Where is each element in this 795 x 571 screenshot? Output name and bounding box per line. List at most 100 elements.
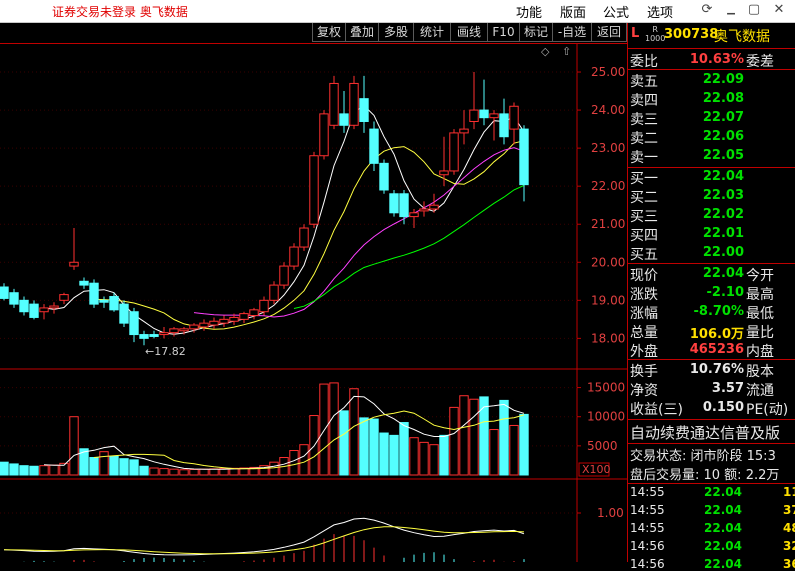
toolbar-multi-stock-button[interactable]: 多股 — [378, 23, 414, 42]
candle — [149, 334, 159, 337]
news-banner[interactable]: 自动续费通达信普及版 — [630, 422, 780, 443]
buy-level-value: 22.00 — [702, 245, 744, 260]
candle — [319, 113, 329, 157]
volume-bar — [19, 465, 29, 476]
minimize-button[interactable]: ▁ — [721, 1, 741, 19]
candle — [89, 282, 99, 305]
candle — [179, 328, 189, 332]
candle — [139, 334, 149, 339]
quote-row-value: 22.04 — [702, 266, 744, 281]
volume-bar — [139, 465, 149, 476]
fin-row-label2: PE(动) — [746, 402, 789, 418]
volume-bar — [269, 461, 279, 476]
toolbar-draw-line-button[interactable]: 画线 — [450, 23, 488, 42]
menu-layout[interactable]: 版面 — [560, 2, 586, 21]
tick-volume: 36 — [783, 557, 795, 571]
fin-row-label: 收益(三) — [630, 402, 683, 418]
volume-bar — [379, 432, 389, 476]
refresh-icon[interactable]: ⟳ — [697, 1, 717, 19]
menu-options[interactable]: 选项 — [647, 2, 673, 21]
stock-code: 300738 — [664, 27, 719, 42]
volume-bar — [459, 395, 469, 476]
quote-row-label2: 今开 — [746, 268, 774, 284]
candle — [349, 82, 359, 126]
quote-row-value: -2.10 — [706, 285, 744, 300]
volume-bar — [419, 441, 429, 476]
price-tick-label: 25.00 — [591, 65, 625, 79]
candle — [269, 284, 279, 301]
volume-bar — [39, 465, 49, 476]
sell-level-label: 卖一 — [630, 150, 658, 166]
divider — [628, 263, 795, 264]
buy-level-value: 22.02 — [702, 207, 744, 222]
volume-bar — [319, 383, 329, 476]
sell-level-value: 22.06 — [702, 129, 744, 144]
candle — [29, 303, 39, 318]
volume-bar — [429, 444, 439, 476]
candle — [59, 294, 69, 301]
candle — [0, 286, 9, 299]
toolbar-mark-button[interactable]: 标记 — [519, 23, 553, 42]
menu-function[interactable]: 功能 — [516, 2, 542, 21]
toolbar-overlay-button[interactable]: 叠加 — [345, 23, 379, 42]
volume-bar — [99, 451, 109, 476]
quote-row-label: 总量 — [630, 325, 658, 341]
candle — [429, 204, 439, 210]
candle — [499, 113, 509, 138]
volume-bar — [359, 417, 369, 476]
volume-bar — [329, 382, 339, 476]
toolbar-f10-button[interactable]: F10 — [487, 23, 520, 42]
weibi-label: 委比 — [630, 54, 658, 70]
moving-average-line — [193, 147, 525, 318]
candle — [399, 193, 409, 218]
macd-tick-label: 1.00 — [597, 506, 624, 520]
toolbar-watchlist-button[interactable]: -自选 — [552, 23, 592, 42]
candle — [189, 324, 199, 330]
candle — [469, 109, 479, 122]
candle — [409, 212, 419, 218]
candle — [169, 328, 179, 334]
quote-row-value: 106.0万 — [689, 327, 744, 342]
candle — [239, 313, 249, 320]
quote-row-label: 涨幅 — [630, 306, 658, 322]
volume-bar — [439, 434, 449, 476]
tick-volume: 11 — [783, 485, 795, 499]
low-price-marker: ←17.82 — [145, 345, 186, 358]
candle — [129, 311, 139, 336]
volume-bar — [349, 388, 359, 476]
close-button[interactable]: ✕ — [769, 1, 789, 19]
candle — [449, 132, 459, 172]
volume-bar — [469, 398, 479, 476]
quote-row-label: 现价 — [630, 268, 658, 284]
tick-price: 22.04 — [704, 503, 742, 517]
volume-bar — [509, 424, 519, 476]
menu-formula[interactable]: 公式 — [603, 2, 629, 21]
price-tick-label: 24.00 — [591, 103, 625, 117]
candle — [339, 113, 349, 126]
toolbar-back-button[interactable]: 返回 — [591, 23, 627, 42]
buy-level-label: 买四 — [630, 228, 658, 244]
fin-row-label: 换手 — [630, 364, 658, 380]
maximize-button[interactable]: ▢ — [744, 1, 764, 19]
fin-row-label: 净资 — [630, 383, 658, 399]
volume-unit-label: X100 — [582, 463, 611, 476]
volume-bar — [399, 422, 409, 476]
toolbar-statistics-button[interactable]: 统计 — [413, 23, 451, 42]
tick-time: 14:55 — [630, 503, 665, 517]
volume-bar — [0, 461, 9, 476]
stock-chart[interactable]: 25.00 24.00 23.00 22.00 21.00 20.00 19.00 18.00… — [0, 43, 627, 562]
candle — [519, 128, 529, 186]
tick-price: 22.04 — [704, 557, 742, 571]
volume-bar — [9, 463, 19, 476]
weibi-value: 10.63% — [689, 52, 744, 67]
expand-arrow-icon[interactable]: ⇧ — [562, 45, 571, 58]
candle — [309, 155, 319, 225]
volume-bar — [129, 459, 139, 476]
candle — [379, 162, 389, 191]
quote-row-label2: 内盘 — [746, 344, 774, 360]
diamond-icon[interactable]: ◇ — [541, 45, 549, 58]
candle — [229, 316, 239, 322]
volume-bar — [409, 437, 419, 476]
toolbar-restore-rights-button[interactable]: 复权 — [312, 23, 346, 42]
fin-row-value: 10.76% — [689, 362, 744, 377]
